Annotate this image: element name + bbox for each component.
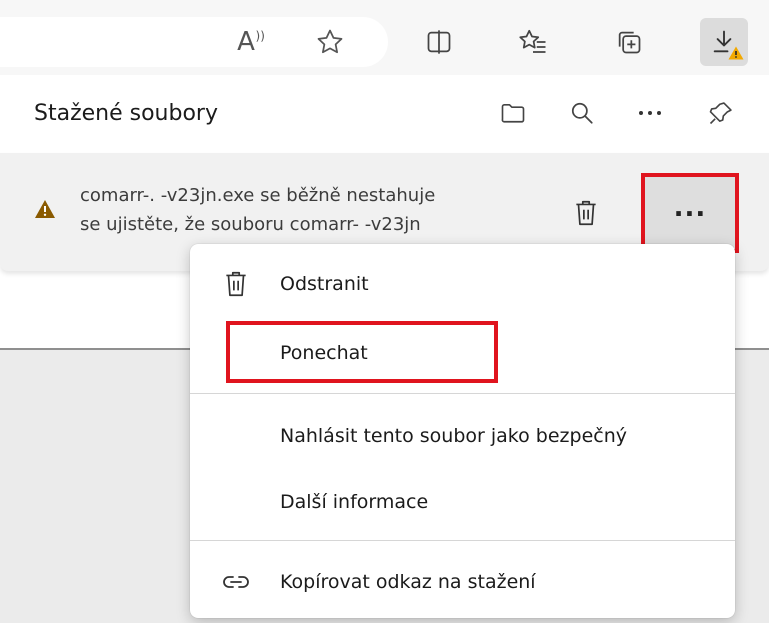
- collections-icon: [618, 31, 641, 54]
- download-more-label: ...: [673, 193, 707, 223]
- search-downloads-button[interactable]: [560, 91, 604, 135]
- trash-icon: [576, 200, 596, 226]
- delete-download-button[interactable]: [566, 193, 606, 233]
- pin-icon: [709, 102, 732, 125]
- trash-icon: [218, 266, 254, 302]
- menu-item-delete[interactable]: Odstranit: [190, 252, 735, 316]
- menu-item-delete-label: Odstranit: [280, 273, 369, 295]
- favorite-button[interactable]: [306, 18, 354, 66]
- search-icon: [571, 102, 593, 124]
- link-icon: [218, 564, 254, 600]
- pin-panel-button[interactable]: [699, 91, 743, 135]
- split-screen-icon: [427, 30, 451, 54]
- menu-item-more-info[interactable]: Další informace: [190, 470, 735, 534]
- downloads-button[interactable]: [700, 18, 748, 66]
- menu-divider: [190, 540, 735, 541]
- more-options-button[interactable]: [628, 91, 672, 135]
- favorites-list-icon: [519, 29, 546, 53]
- keep-highlight-box: [226, 321, 498, 383]
- split-screen-button[interactable]: [415, 18, 463, 66]
- menu-divider: [190, 393, 735, 394]
- read-aloud-button[interactable]: A)): [222, 18, 270, 66]
- folder-icon: [501, 104, 525, 123]
- collections-button[interactable]: [605, 18, 653, 66]
- download-more-actions-button[interactable]: ...: [641, 173, 739, 253]
- read-aloud-icon: A)): [237, 27, 265, 57]
- menu-item-report-safe-label: Nahlásit tento soubor jako bezpečný: [280, 425, 628, 447]
- favorites-button[interactable]: [509, 18, 557, 66]
- menu-item-copy-link[interactable]: Kopírovat odkaz na stažení: [190, 550, 735, 614]
- download-context-menu: Odstranit Ponechat Nahlásit tento soubor…: [190, 244, 735, 618]
- warning-icon: [35, 200, 55, 218]
- open-folder-button[interactable]: [491, 91, 535, 135]
- download-warning-line-2: se ujistěte, že souboru comarr- -v23jn: [80, 214, 421, 235]
- menu-item-more-info-label: Další informace: [280, 491, 429, 513]
- menu-item-report-safe[interactable]: Nahlásit tento soubor jako bezpečný: [190, 404, 735, 468]
- browser-toolbar: A)): [0, 0, 769, 75]
- menu-item-copy-link-label: Kopírovat odkaz na stažení: [280, 571, 536, 593]
- warning-badge-icon: [728, 46, 744, 60]
- favorite-star-icon: [317, 29, 343, 54]
- download-warning-line-1: comarr-. -v23jn.exe se běžně nestahuje: [80, 185, 436, 206]
- text-fade: [480, 181, 550, 245]
- more-options-icon: [639, 111, 661, 115]
- downloads-title: Stažené soubory: [34, 101, 218, 126]
